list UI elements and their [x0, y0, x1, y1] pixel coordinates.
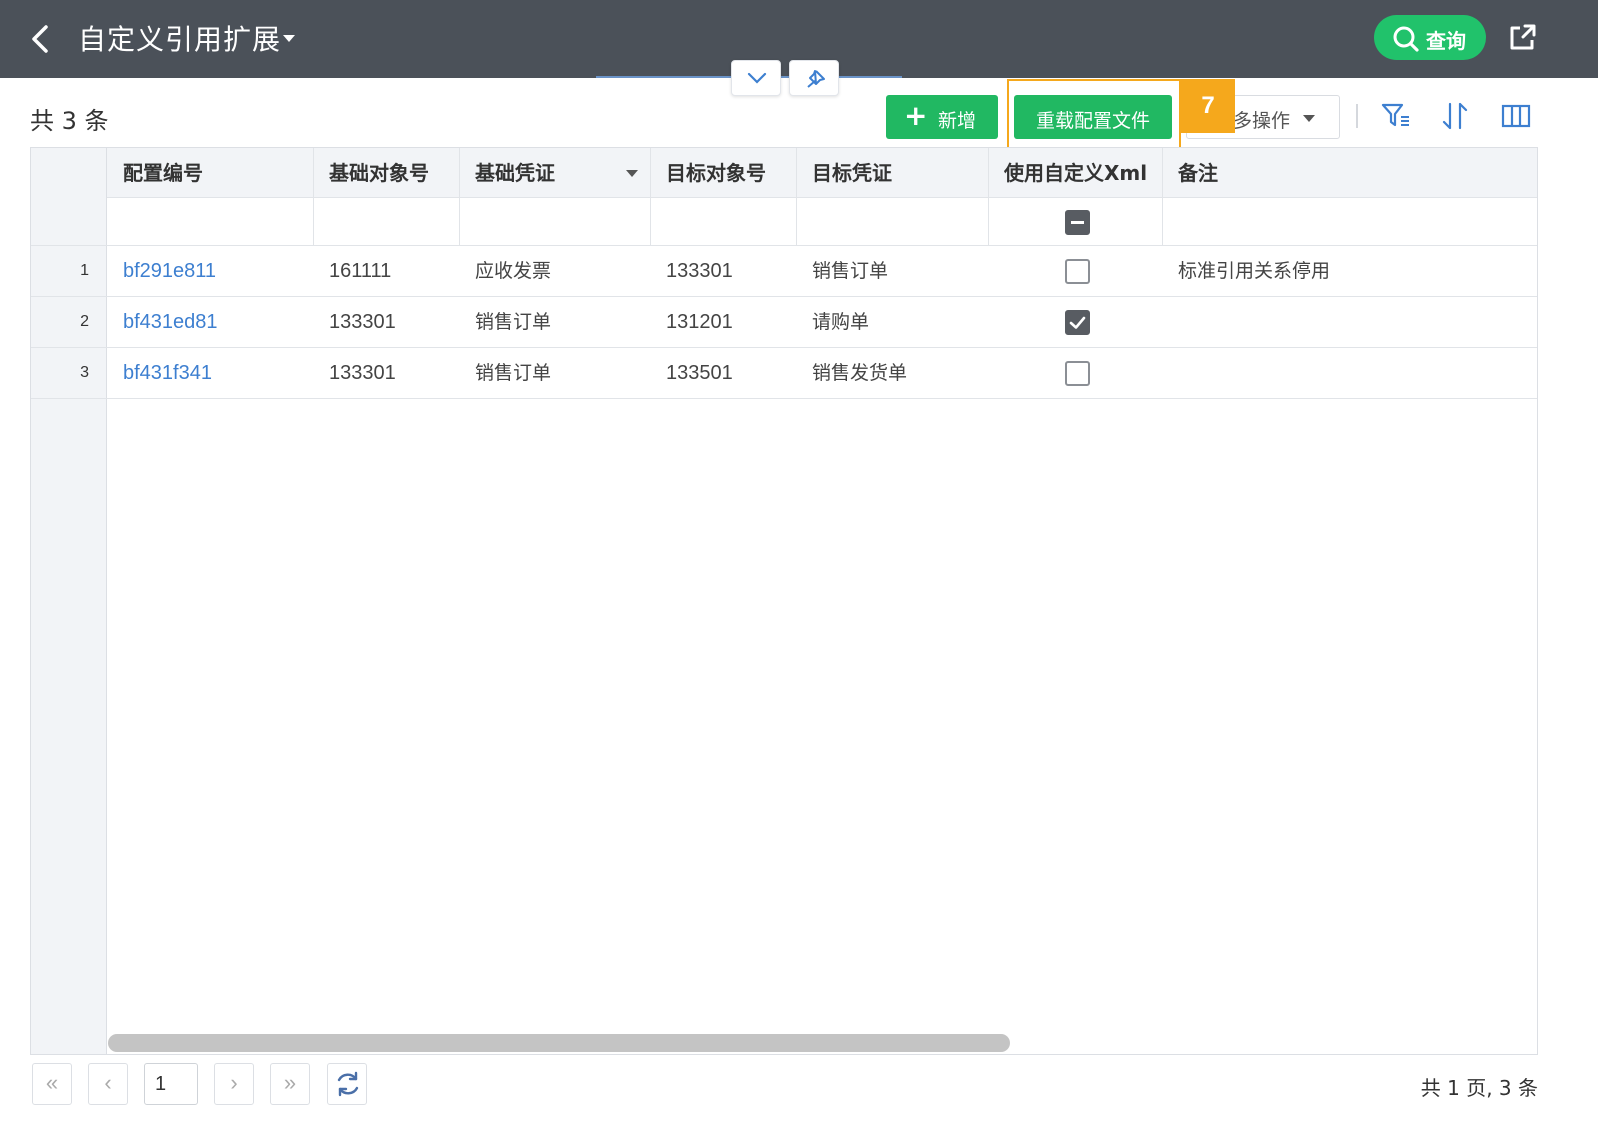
chevron-down-icon [747, 72, 767, 84]
use-xml-checkbox[interactable] [1065, 310, 1090, 335]
column-header-remark[interactable]: 备注 [1162, 148, 1218, 198]
share-icon [1510, 24, 1536, 50]
last-page-button[interactable]: » [270, 1063, 310, 1105]
target-obj-cell: 133301 [666, 260, 733, 282]
row-number: 1 [80, 262, 89, 279]
column-header-base-doc[interactable]: 基础凭证 [459, 148, 555, 198]
pin-icon [807, 70, 825, 88]
config-no-link[interactable]: bf431f341 [107, 348, 212, 398]
base-doc-cell: 应收发票 [475, 260, 552, 282]
target-obj-cell: 131201 [666, 311, 733, 333]
base-doc-cell: 销售订单 [475, 362, 552, 384]
add-label: 新增 [938, 110, 977, 132]
column-header-base-obj[interactable]: 基础对象号 [313, 148, 429, 198]
next-page-button[interactable]: › [214, 1063, 254, 1105]
refresh-icon [337, 1071, 359, 1097]
search-icon [1393, 26, 1419, 52]
page-input[interactable]: 1 [144, 1063, 198, 1105]
collapse-button[interactable] [731, 60, 781, 96]
base-obj-cell: 133301 [329, 311, 396, 333]
row-number: 3 [80, 364, 89, 381]
record-count: 共 3 条 [30, 107, 109, 135]
table-row: 2 bf431ed81 133301 销售订单 131201 请购单 [31, 297, 1537, 348]
pager-info: 共 1 页, 3 条 [1420, 1076, 1538, 1100]
column-header-config-no[interactable]: 配置编号 [107, 148, 203, 198]
columns-icon [1501, 104, 1531, 128]
sort-icon [1442, 102, 1468, 130]
row-number: 2 [80, 313, 89, 330]
search-label: 查询 [1426, 29, 1466, 53]
remark-cell [1162, 348, 1178, 398]
sort-button[interactable] [1440, 100, 1472, 132]
more-ops-label: 多操作 [1233, 110, 1291, 132]
remark-cell [1162, 297, 1178, 347]
add-button[interactable]: + 新增 [886, 95, 998, 139]
data-grid: 配置编号 基础对象号 基础凭证 目标对象号 目标凭证 使用自定义Xml 备注 1… [30, 147, 1538, 1055]
table-row: 3 bf431f341 133301 销售订单 133501 销售发货单 [31, 348, 1537, 399]
column-header-target-doc[interactable]: 目标凭证 [796, 148, 892, 198]
grid-header [31, 148, 1537, 198]
step-highlight [1007, 79, 1181, 155]
table-row: 1 bf291e811 161111 应收发票 133301 销售订单 标准引用… [31, 246, 1537, 297]
share-button[interactable] [1506, 22, 1538, 54]
column-header-target-obj[interactable]: 目标对象号 [650, 148, 766, 198]
search-button[interactable]: 查询 [1374, 15, 1486, 60]
column-header-use-xml[interactable]: 使用自定义Xml [988, 148, 1147, 198]
toolbar-divider [1356, 104, 1358, 128]
select-all-checkbox[interactable] [1065, 210, 1090, 235]
columns-button[interactable] [1500, 100, 1532, 132]
caret-down-icon[interactable] [626, 170, 638, 177]
horizontal-scrollbar[interactable] [108, 1034, 1010, 1052]
prev-page-button[interactable]: ‹ [88, 1063, 128, 1105]
chevron-left-icon [32, 25, 48, 53]
pin-button[interactable] [789, 60, 839, 96]
filter-button[interactable] [1380, 100, 1412, 132]
base-obj-cell: 161111 [329, 260, 392, 282]
caret-down-icon [1303, 115, 1315, 122]
target-doc-cell: 销售订单 [812, 260, 889, 282]
filter-row [31, 198, 1537, 246]
target-obj-cell: 133501 [666, 362, 733, 384]
base-doc-cell: 销售订单 [475, 311, 552, 333]
config-no-link[interactable]: bf431ed81 [107, 297, 218, 347]
config-no-link[interactable]: bf291e811 [107, 246, 216, 296]
check-icon [1069, 316, 1086, 329]
target-doc-cell: 请购单 [812, 311, 870, 333]
plus-icon: + [904, 99, 928, 132]
use-xml-checkbox[interactable] [1065, 259, 1090, 284]
back-button[interactable] [26, 22, 56, 56]
target-doc-cell: 销售发货单 [812, 362, 908, 384]
caret-down-icon[interactable] [283, 35, 295, 42]
first-page-button[interactable]: « [32, 1063, 72, 1105]
filter-icon [1381, 103, 1409, 127]
refresh-button[interactable] [327, 1063, 367, 1105]
base-obj-cell: 133301 [329, 362, 396, 384]
use-xml-checkbox[interactable] [1065, 361, 1090, 386]
remark-cell: 标准引用关系停用 [1178, 260, 1331, 282]
step-badge: 7 [1181, 79, 1235, 133]
page-title: 自定义引用扩展 [78, 23, 282, 56]
